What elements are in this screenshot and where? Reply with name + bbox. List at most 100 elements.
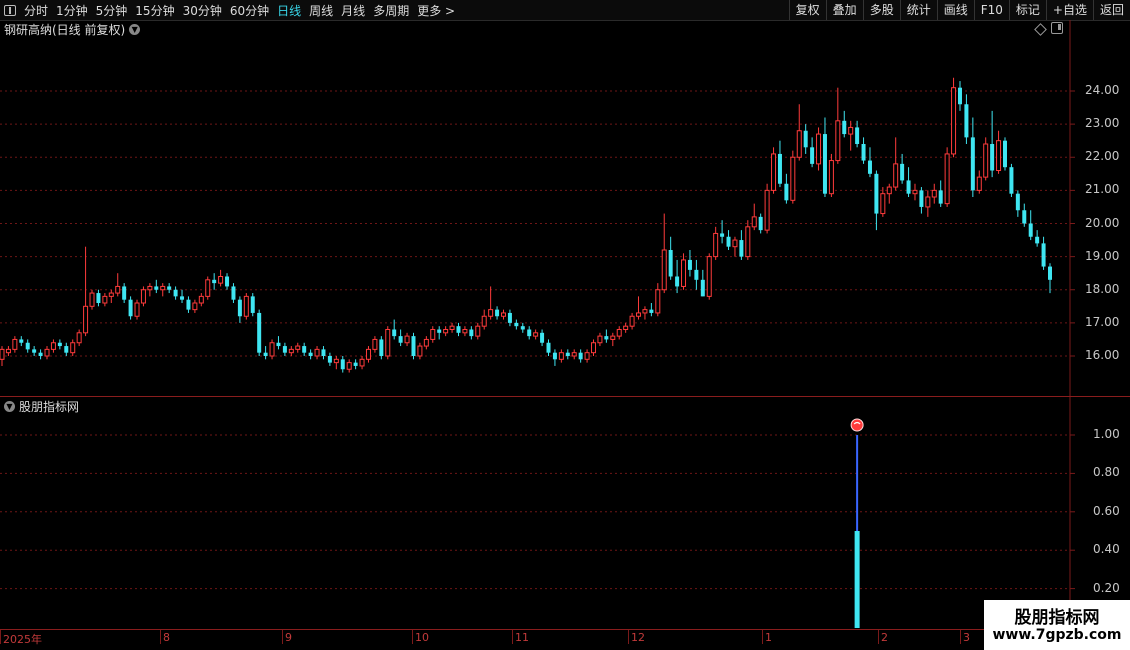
- price-tick-label: 23.00: [1085, 116, 1120, 131]
- candle-body-up: [571, 352, 577, 357]
- candle-body-up: [771, 153, 777, 191]
- candle-body-down: [38, 352, 43, 356]
- candle-body-down: [122, 286, 127, 300]
- candle-body-down: [167, 286, 172, 290]
- candle-body-down: [1028, 223, 1033, 237]
- indicator-header: ▼ 股朋指标网: [0, 398, 79, 414]
- candle-body-up: [205, 279, 211, 297]
- candle-body-down: [186, 299, 191, 310]
- candle-body-up: [713, 232, 719, 258]
- candle-body-up: [616, 329, 622, 337]
- candle-body-up: [996, 140, 1002, 171]
- pane-divider: [0, 396, 1130, 397]
- candle-body-up: [76, 332, 82, 344]
- candle-body-up: [115, 285, 121, 294]
- price-tick-label: 21.00: [1085, 182, 1120, 197]
- date-tick: [282, 630, 283, 644]
- candle-body-down: [874, 173, 879, 214]
- candle-body-up: [623, 325, 629, 330]
- date-label: 1: [765, 631, 772, 644]
- candle-body-up: [591, 342, 597, 354]
- candle-body-up: [423, 338, 429, 347]
- candle-body-up: [706, 256, 712, 297]
- candle-body-down: [803, 130, 808, 148]
- candle-body-down: [1048, 266, 1052, 280]
- candle-body-up: [443, 329, 449, 334]
- candle-body-up: [147, 285, 153, 291]
- candle-body-down: [495, 309, 500, 317]
- price-tick-label: 19.00: [1085, 248, 1120, 263]
- candle-body-down: [392, 329, 397, 337]
- candle-body-up: [417, 345, 423, 357]
- candle-body-up: [140, 289, 146, 304]
- candle-body-up: [751, 216, 757, 228]
- candle-body-down: [694, 269, 699, 280]
- candle-body-down: [957, 87, 962, 105]
- candle-body-up: [533, 332, 539, 337]
- indicator-tick-label: 0.80: [1093, 465, 1120, 480]
- signal-marker-icon: [850, 418, 864, 432]
- candle-body-down: [855, 127, 860, 144]
- candle-body-down: [250, 296, 255, 313]
- date-label: 10: [415, 631, 429, 644]
- candle-body-up: [951, 87, 957, 155]
- candle-body-up: [385, 329, 391, 357]
- candle-body-up: [790, 156, 796, 201]
- candle-body-down: [507, 312, 512, 323]
- candle-body-down: [720, 233, 725, 237]
- indicator-tick-label: 1.00: [1093, 427, 1120, 441]
- candle-body-down: [321, 349, 326, 356]
- candle-body-down: [411, 336, 416, 356]
- chevron-down-icon[interactable]: ▼: [4, 400, 15, 412]
- date-tick: [960, 630, 961, 644]
- candle-body-up: [796, 130, 802, 158]
- candle-body-down: [861, 144, 866, 161]
- date-tick: [762, 630, 763, 644]
- candle-body-down: [649, 309, 654, 313]
- candle-body-down: [128, 299, 133, 317]
- candle-body-up: [642, 309, 648, 314]
- candle-body-up: [500, 312, 506, 317]
- candle-body-up: [681, 259, 687, 287]
- candle-body-down: [906, 180, 911, 194]
- signal-bar: [854, 531, 860, 628]
- date-axis: 2025年 8 9 10 11 12 1 2 3: [0, 630, 1070, 646]
- candle-body-down: [687, 259, 692, 270]
- candle-body-up: [912, 189, 918, 195]
- candle-body-up: [655, 289, 661, 314]
- candle-body-down: [964, 104, 969, 138]
- candle-body-up: [102, 295, 108, 304]
- candle-body-down: [784, 183, 789, 201]
- candle-body-down: [867, 160, 872, 174]
- candle-body-up: [404, 335, 410, 344]
- indicator-tick-label: 0.40: [1093, 542, 1120, 557]
- candle-body-down: [842, 120, 847, 135]
- candle-body-up: [269, 342, 275, 357]
- candle-body-down: [514, 322, 519, 327]
- indicator-tick-label: 0.60: [1093, 503, 1120, 518]
- candle-body-down: [276, 342, 281, 347]
- date-tick: [512, 630, 513, 644]
- candle-body-up: [134, 302, 140, 317]
- candle-body-up: [745, 226, 751, 258]
- candle-body-up: [488, 309, 494, 317]
- candle-body-down: [675, 276, 680, 287]
- date-label: 9: [285, 631, 292, 644]
- candlestick-chart[interactable]: [0, 0, 1130, 650]
- candle-body-up: [828, 160, 834, 195]
- date-tick: [878, 630, 879, 644]
- candle-body-up: [108, 292, 114, 297]
- candle-body-down: [822, 134, 827, 194]
- candle-body-down: [1015, 193, 1020, 211]
- candle-body-up: [636, 312, 642, 317]
- candle-body-up: [976, 176, 982, 191]
- candle-body-down: [578, 352, 583, 360]
- candle-body-up: [475, 325, 481, 337]
- candle-body-up: [661, 249, 667, 291]
- candle-body-down: [520, 326, 525, 330]
- candle-body-up: [314, 348, 320, 357]
- candle-body-down: [340, 359, 345, 370]
- candle-body-down: [777, 153, 782, 184]
- candle-body-up: [558, 352, 564, 360]
- candle-body-down: [308, 352, 313, 356]
